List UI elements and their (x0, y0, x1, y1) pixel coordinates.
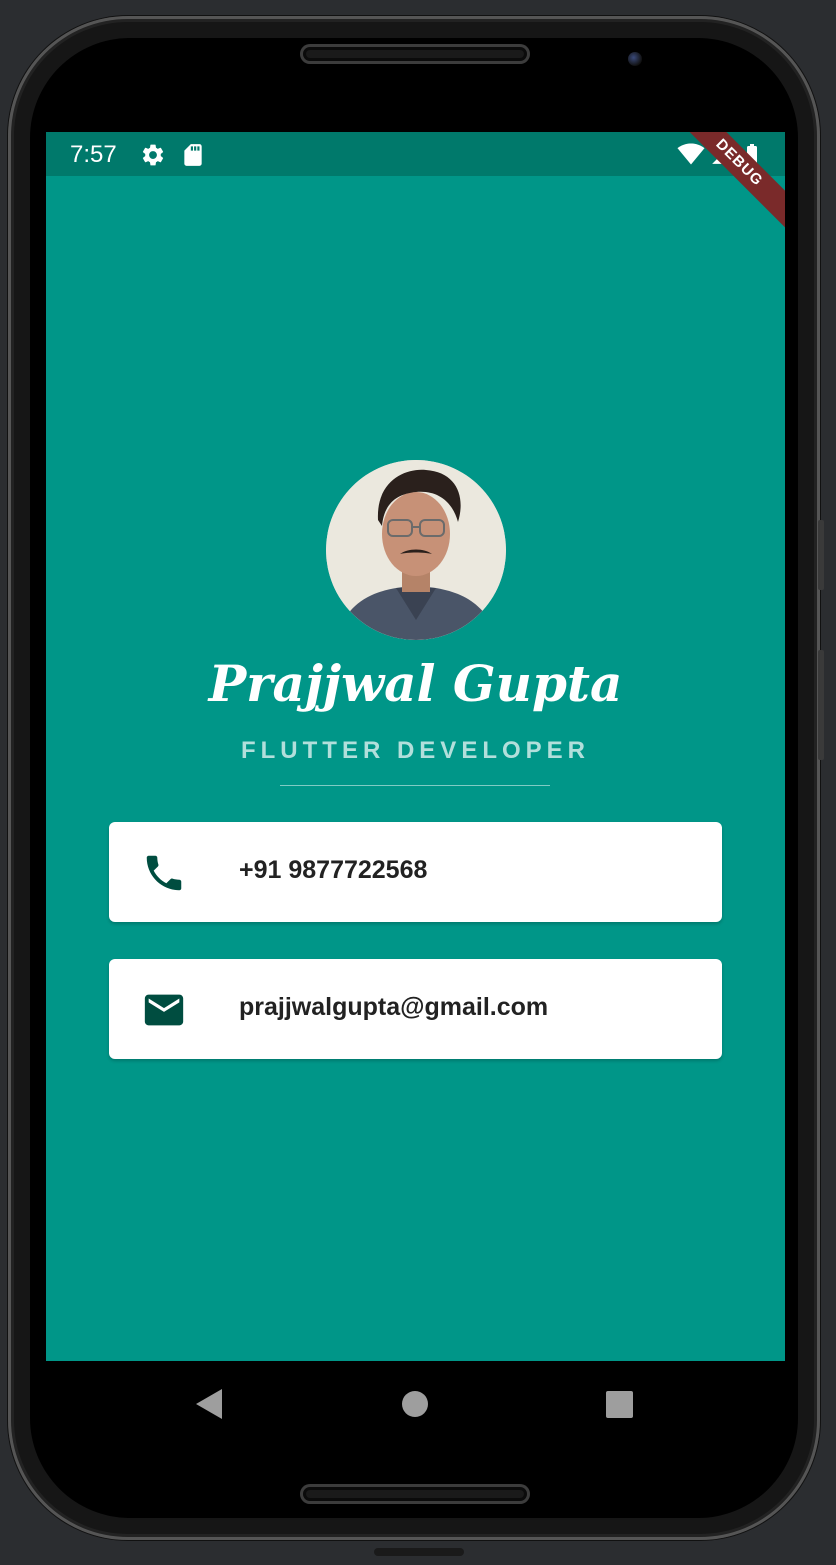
phone-icon (146, 855, 182, 891)
avatar (326, 460, 506, 640)
charging-port (374, 1548, 464, 1556)
profile-name: Prajjwal Gupta (208, 654, 623, 713)
divider (280, 785, 550, 786)
status-time: 7:57 (70, 141, 117, 168)
emulator-top-bar (0, 0, 836, 10)
phone-card[interactable]: +91 9877722568 (109, 822, 722, 922)
profile-title: FLUTTER DEVELOPER (240, 737, 590, 764)
app-screen: 7:57 DEBUG Prajjwal Gupta FLUTTER DEVELO… (46, 132, 785, 1361)
gear-icon (142, 144, 164, 166)
home-icon[interactable] (402, 1391, 428, 1417)
volume-button (818, 520, 824, 590)
back-icon[interactable] (196, 1389, 222, 1419)
recents-icon[interactable] (606, 1391, 633, 1418)
profile-photo (326, 460, 506, 640)
front-camera (628, 52, 642, 66)
email-address: prajjwalgupta@gmail.com (239, 993, 549, 1021)
email-card[interactable]: prajjwalgupta@gmail.com (109, 959, 722, 1059)
navigation-bar (46, 1361, 785, 1447)
power-button (818, 650, 824, 760)
sd-card-icon (184, 144, 202, 166)
phone-number: +91 9877722568 (239, 856, 428, 884)
earpiece-speaker (300, 44, 530, 64)
bottom-speaker (300, 1484, 530, 1504)
status-bar: 7:57 (46, 132, 785, 176)
mail-icon (144, 994, 184, 1026)
